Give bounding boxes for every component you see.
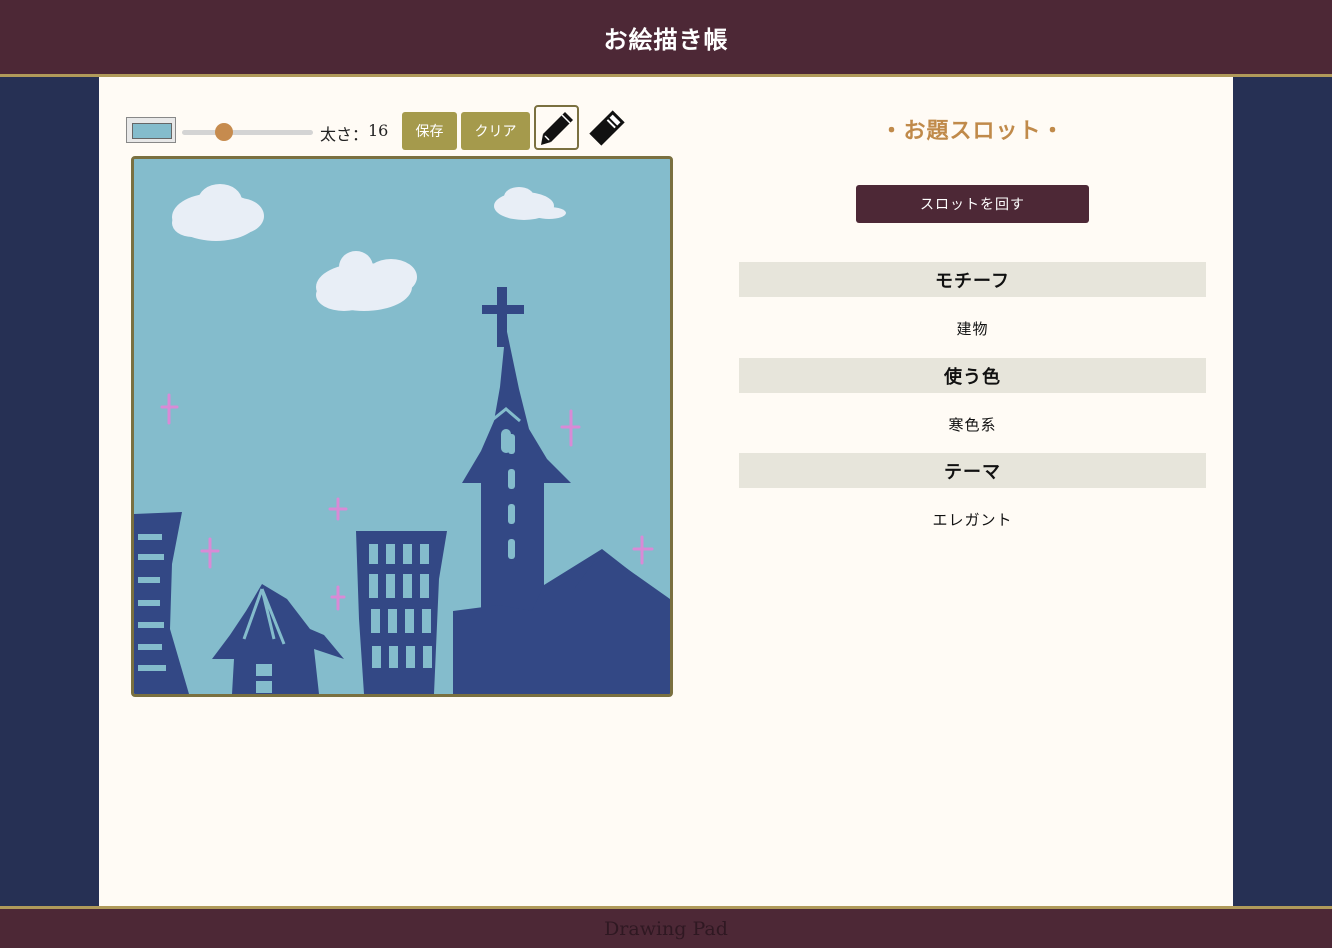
brush-size-slider[interactable]	[182, 122, 313, 142]
pen-tool-button[interactable]	[534, 105, 579, 150]
app-title: お絵描き帳	[603, 24, 729, 54]
canvas-drawing	[134, 159, 670, 694]
spin-slot-button[interactable]: スロットを回す	[856, 185, 1089, 223]
footer-text: Drawing Pad	[604, 917, 728, 940]
clear-button[interactable]: クリア	[461, 112, 530, 150]
app-header: お絵描き帳	[0, 0, 1332, 77]
slot-value-theme: エレガント	[932, 511, 1013, 529]
drawing-toolbar: 太さ： 16 保存 クリア	[125, 105, 685, 151]
brush-size-value: 16	[368, 121, 389, 140]
slot-header-color: 使う色	[739, 358, 1206, 393]
eraser-icon	[588, 109, 625, 146]
slider-thumb[interactable]	[214, 123, 233, 141]
slider-track	[182, 130, 313, 135]
brush-size-label: 太さ：	[320, 125, 369, 144]
color-picker[interactable]	[126, 117, 176, 143]
app-footer: Drawing Pad	[0, 906, 1332, 948]
pencil-icon	[540, 111, 573, 145]
drawing-canvas[interactable]	[131, 156, 673, 697]
save-button[interactable]: 保存	[402, 112, 457, 150]
slot-header-motif: モチーフ	[739, 262, 1206, 297]
main-panel: 太さ： 16 保存 クリア ・お題スロット・ スロットを回す モチーフ 建物 使…	[99, 77, 1233, 906]
slot-value-color: 寒色系	[948, 416, 997, 434]
slot-header-theme: テーマ	[739, 453, 1206, 488]
slot-title: ・お題スロット・	[880, 118, 1065, 144]
color-swatch	[132, 123, 172, 139]
eraser-tool-button[interactable]	[584, 105, 629, 150]
slot-value-motif: 建物	[956, 320, 989, 338]
